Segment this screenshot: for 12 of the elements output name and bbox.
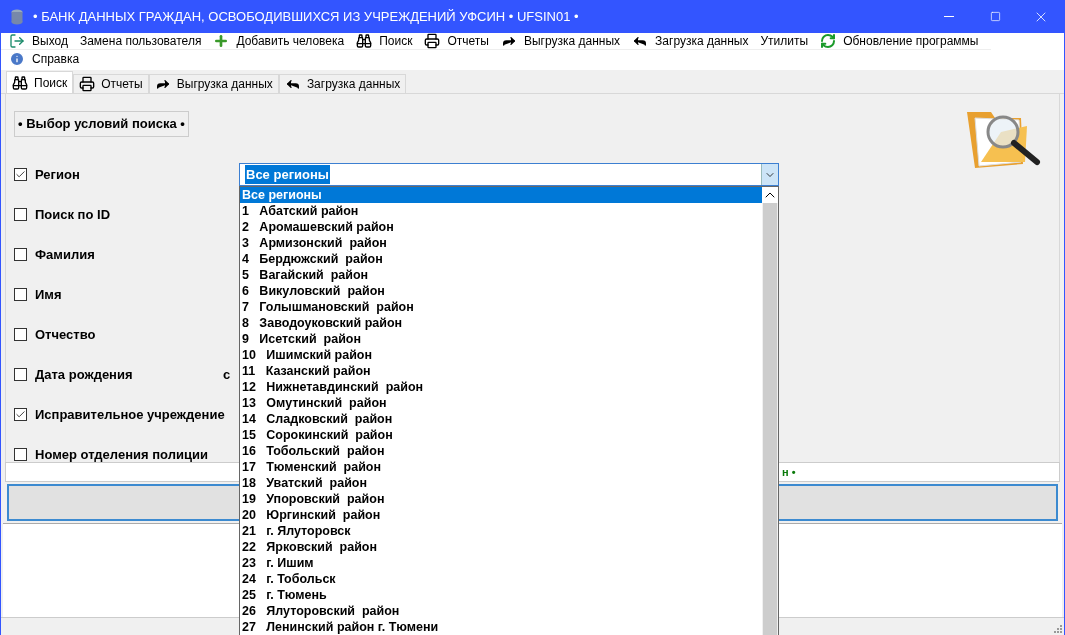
hint-text: н • bbox=[782, 464, 796, 480]
criterion-label: Отчество bbox=[35, 325, 97, 344]
criterion-label: Регион bbox=[35, 165, 81, 184]
group-title: • Выбор условий поиска • bbox=[14, 111, 189, 137]
criterion-label: Фамилия bbox=[35, 245, 96, 264]
criterion-label: Поиск по ID bbox=[35, 205, 112, 224]
criterion-label: Имя bbox=[35, 285, 63, 304]
criterion-label: Дата рождения bbox=[35, 365, 134, 384]
window-title: • БАНК ДАННЫХ ГРАЖДАН, ОСВОБОДИВШИХСЯ ИЗ УЧРЕЖДЕНИЙ УФСИН • UFSIN01 • bbox=[33, 7, 579, 26]
date-from-label: с bbox=[223, 365, 231, 384]
combobox-value: Все регионы bbox=[245, 164, 330, 185]
criterion-label: Номер отделения полиции bbox=[35, 445, 209, 464]
